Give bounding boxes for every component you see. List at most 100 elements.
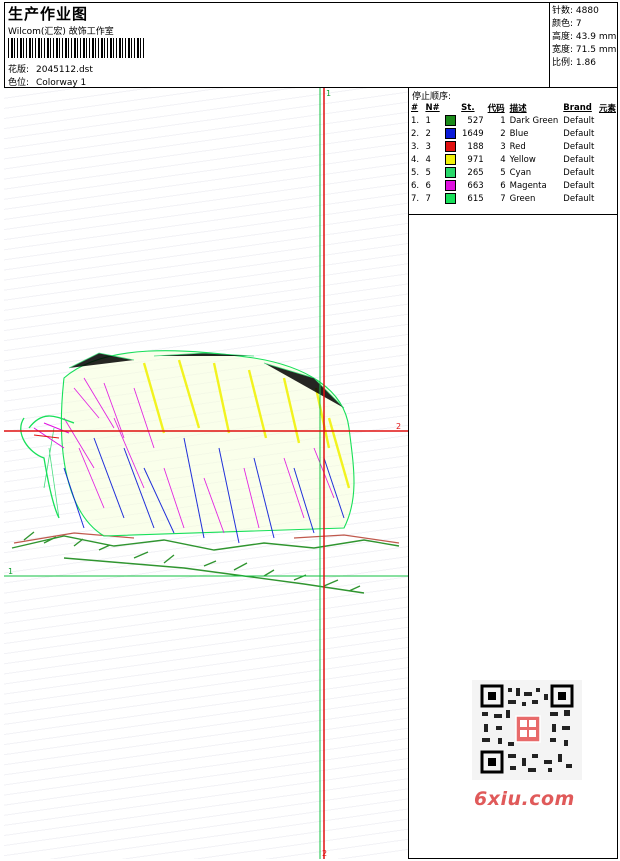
design-line: 花版: 2045112.dst <box>8 62 93 75</box>
qr-code-graphic <box>480 684 574 774</box>
colorway-label: 色位: <box>8 78 30 88</box>
row-brand: Default <box>563 167 595 178</box>
color-swatch <box>445 154 457 165</box>
stat-scale: 比例: 1.86 <box>552 58 596 68</box>
qr-code <box>472 680 582 780</box>
row-brand: Default <box>563 141 595 152</box>
row-number: 4 <box>425 154 431 165</box>
row-description: Green <box>509 193 536 204</box>
embroidery-preview: 1 2 1 2 <box>4 88 408 859</box>
stat-stitches: 针数: 4880 <box>552 6 599 16</box>
row-brand: Default <box>563 128 595 139</box>
col-code: 代码 <box>487 103 505 114</box>
colorway-value: Colorway 1 <box>36 78 87 88</box>
row-index: 7. <box>411 193 420 204</box>
color-swatch <box>445 128 457 139</box>
row-swatch <box>443 140 459 153</box>
row-swatch <box>443 127 459 140</box>
col-element: 元素 <box>598 103 616 114</box>
stop-sequence-panel: 停止顺序: # N# St. 代码 描述 Brand 元素 1. 1 527 1 Dar… <box>409 88 618 215</box>
bear-embroidery <box>11 350 400 594</box>
row-number: 5 <box>425 167 431 178</box>
row-swatch <box>443 166 459 179</box>
design-label: 花版: <box>8 65 30 75</box>
row-code: 7 <box>500 193 506 204</box>
row-stitches: 265 <box>467 167 484 178</box>
row-stitches: 615 <box>467 193 484 204</box>
color-swatch <box>445 141 457 152</box>
table-row: 1. 1 527 1 Dark Green Default <box>409 114 618 127</box>
row-element <box>597 166 618 179</box>
row-code: 1 <box>500 115 506 126</box>
color-swatch <box>445 193 457 204</box>
row-description: Cyan <box>509 167 532 178</box>
color-swatch <box>445 167 457 178</box>
col-number: N# <box>425 102 440 113</box>
color-swatch <box>445 115 457 126</box>
row-brand: Default <box>563 115 595 126</box>
row-brand: Default <box>563 154 595 165</box>
row-brand: Default <box>563 193 595 204</box>
table-row: 3. 3 188 3 Red Default <box>409 140 618 153</box>
row-code: 6 <box>500 180 506 191</box>
row-swatch <box>443 153 459 166</box>
row-description: Red <box>509 141 526 152</box>
colorway-line: 色位: Colorway 1 <box>8 75 86 88</box>
row-stitches: 527 <box>467 115 484 126</box>
row-stitches: 1649 <box>462 128 484 139</box>
table-row: 6. 6 663 6 Magenta Default <box>409 179 618 192</box>
col-description: 描述 <box>509 103 527 114</box>
table-row: 5. 5 265 5 Cyan Default <box>409 166 618 179</box>
row-index: 1. <box>411 115 420 126</box>
marker-left: 1 <box>8 567 13 576</box>
stat-height: 高度: 43.9 mm <box>552 32 617 42</box>
watermark-logo: 6xiu.com <box>474 788 575 810</box>
row-number: 7 <box>425 193 431 204</box>
row-element <box>597 127 618 140</box>
row-stitches: 971 <box>467 154 484 165</box>
row-element <box>597 192 618 205</box>
row-index: 6. <box>411 180 420 191</box>
company-name: Wilcom(汇宏) 故饰工作室 <box>8 27 114 37</box>
row-code: 5 <box>500 167 506 178</box>
table-header-row: # N# St. 代码 描述 Brand 元素 <box>409 101 618 114</box>
row-description: Dark Green <box>509 115 559 126</box>
col-stitches: St. <box>461 102 475 113</box>
row-stitches: 663 <box>467 180 484 191</box>
row-element <box>597 153 618 166</box>
stat-width: 宽度: 71.5 mm <box>552 45 617 55</box>
barcode <box>8 38 144 58</box>
header-divider <box>549 2 550 88</box>
row-number: 3 <box>425 141 431 152</box>
row-brand: Default <box>563 180 595 191</box>
color-swatch <box>445 180 457 191</box>
row-number: 1 <box>425 115 431 126</box>
row-description: Blue <box>509 128 529 139</box>
row-stitches: 188 <box>467 141 484 152</box>
table-row: 2. 2 1649 2 Blue Default <box>409 127 618 140</box>
marker-bottom: 2 <box>322 849 327 858</box>
stat-colors: 颜色: 7 <box>552 19 582 29</box>
row-description: Yellow <box>509 154 536 165</box>
row-code: 2 <box>500 128 506 139</box>
row-index: 2. <box>411 128 420 139</box>
row-description: Magenta <box>509 180 547 191</box>
row-element <box>597 114 618 127</box>
design-canvas[interactable]: 1 2 1 2 <box>4 88 409 859</box>
marker-top: 1 <box>326 89 331 98</box>
table-row: 4. 4 971 4 Yellow Default <box>409 153 618 166</box>
marker-right: 2 <box>396 422 401 431</box>
col-swatch <box>443 101 459 114</box>
row-code: 3 <box>500 141 506 152</box>
row-index: 3. <box>411 141 420 152</box>
row-index: 5. <box>411 167 420 178</box>
row-swatch <box>443 179 459 192</box>
col-index: # <box>411 102 419 113</box>
row-swatch <box>443 114 459 127</box>
row-index: 4. <box>411 154 420 165</box>
col-brand: Brand <box>563 102 592 113</box>
header: 生产作业图 Wilcom(汇宏) 故饰工作室 花版: 2045112.dst 色位… <box>4 2 618 88</box>
row-swatch <box>443 192 459 205</box>
row-number: 6 <box>425 180 431 191</box>
design-value: 2045112.dst <box>36 65 93 75</box>
